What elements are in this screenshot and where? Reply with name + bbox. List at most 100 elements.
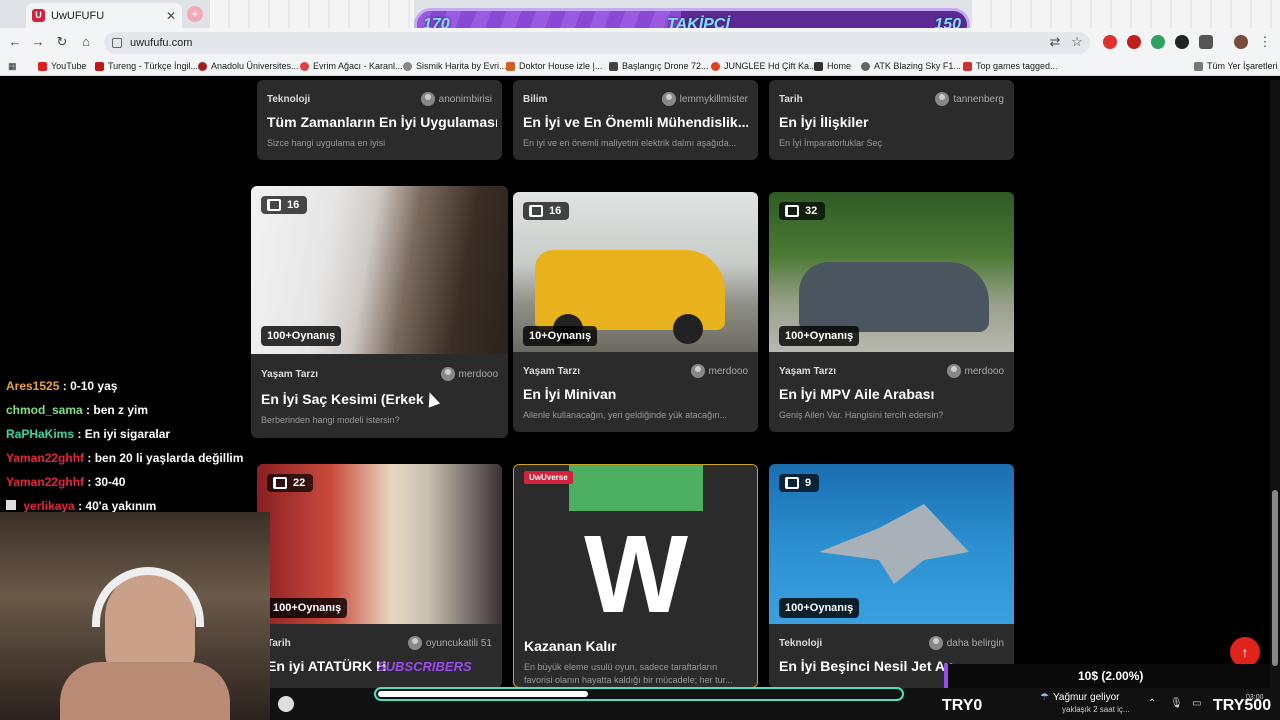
header-doodle (210, 0, 414, 28)
profile-avatar[interactable] (1234, 35, 1248, 49)
home-icon[interactable]: ⌂ (77, 34, 95, 49)
quiz-card[interactable]: 16 10+Oynanış Yaşam Tarzı merdooo En İyi… (513, 192, 758, 432)
reload-icon[interactable]: ↻ (53, 34, 71, 50)
user-icon (690, 364, 705, 378)
bookmark-anadolu[interactable]: Anadolu Üniversites... (198, 61, 299, 71)
donation-box: 10$ (2.00%) (944, 664, 1270, 688)
plays-badge: 100+Oynanış (779, 598, 860, 618)
tab-uwufufu[interactable]: U UwUFUFU ✕ (26, 3, 182, 28)
extensions-puzzle-icon[interactable] (1199, 35, 1213, 49)
bookmark-evrim[interactable]: Evrim Ağacı - Karanl... (300, 61, 403, 71)
quiz-card[interactable]: 22 100+Oynanış Tarih oyuncukatili 51 En … (257, 464, 502, 688)
bookmark-topgames[interactable]: Top games tagged... (963, 61, 1058, 71)
bookmark-sismik[interactable]: Sismik Harita by Evri... (403, 61, 507, 71)
junglee-icon (711, 61, 720, 71)
badge-icon (6, 500, 16, 510)
chat-username: yerlikaya (23, 499, 75, 513)
ticker-right: TRY500 (1213, 697, 1272, 714)
uwufufu-favicon-icon: U (32, 9, 45, 22)
card-description: Geniş Ailen Var. Hangisini tercih edersi… (779, 410, 944, 420)
microphone-icon[interactable]: 🎙 (1170, 698, 1183, 709)
cards-icon (267, 199, 281, 211)
bookmark-youtube[interactable]: YouTube (38, 61, 86, 71)
back-icon[interactable]: ← (6, 34, 24, 49)
ticker-left: TRY0 (942, 697, 983, 714)
quiz-card[interactable]: 9 100+Oynanış Teknoloji daha belirgin En… (769, 464, 1014, 688)
apps-grid-icon[interactable]: ▦ (8, 61, 17, 72)
card-category: Tarih (779, 94, 803, 105)
chat-text: : En iyi sigaralar (77, 427, 171, 441)
scroll-to-top-button[interactable]: ↑ (1230, 637, 1260, 667)
cards-icon (785, 205, 799, 217)
card-author: lemmykillmister (661, 92, 748, 106)
donation-progress-bar (374, 687, 904, 701)
card-category: Bilim (523, 94, 548, 105)
url-text: uwufufu.com (130, 37, 193, 49)
quiz-card-uwuverse[interactable]: W UwUverse Kazanan Kalır En büyük eleme … (513, 464, 758, 688)
extension-icon-2[interactable] (1127, 35, 1141, 49)
new-tab-button[interactable]: + (187, 6, 203, 22)
site-info-icon[interactable] (112, 38, 122, 48)
quiz-card[interactable]: 32 100+Oynanış Yaşam Tarzı merdooo En İy… (769, 192, 1014, 432)
extension-icon-3[interactable] (1151, 35, 1165, 49)
chat-message: Ares1525 : 0-10 yaş (6, 379, 117, 393)
card-author: oyuncukatili 51 (407, 636, 492, 650)
quiz-card-hovered[interactable]: 16 100+Oynanış Yaşam Tarzı merdooo En İy… (251, 186, 508, 438)
card-author: anonimbirisi (420, 92, 492, 106)
chat-message: Yaman22ghhf : 30-40 (6, 475, 125, 489)
extension-icon-4[interactable] (1175, 35, 1189, 49)
quiz-card[interactable]: Tarih tannenberg En İyi İlişkiler En İyi… (769, 80, 1014, 160)
extension-icon-1[interactable] (1103, 35, 1117, 49)
card-title: En İyi İlişkiler (779, 114, 869, 130)
chat-text: : 40'a yakınım (78, 499, 157, 513)
quiz-card[interactable]: Teknoloji anonimbirisi Tüm Zamanların En… (257, 80, 502, 160)
home-bookmark-icon (814, 61, 823, 71)
youtube-icon (38, 61, 47, 71)
bookmark-atk[interactable]: ATK Blazing Sky F1... (861, 61, 961, 71)
forward-icon[interactable]: → (29, 34, 47, 49)
chat-message: RaPHaKims : En iyi sigaralar (6, 427, 170, 441)
quiz-card[interactable]: Bilim lemmykillmister En İyi ve En Öneml… (513, 80, 758, 160)
wheel-shape (673, 314, 703, 344)
scrollbar-thumb[interactable] (1272, 490, 1278, 666)
menu-icon[interactable]: ⋮ (1256, 34, 1274, 50)
page-scrollbar[interactable] (1270, 80, 1280, 688)
chat-text: : ben 20 li yaşlarda değillim (87, 451, 244, 465)
header-doodle-right (972, 0, 1280, 28)
all-bookmarks[interactable]: Tüm Yer İşaretleri (1194, 61, 1278, 71)
address-bar[interactable]: uwufufu.com (104, 32, 1090, 54)
chat-username: Ares1525 (6, 379, 60, 393)
bookmark-star-icon[interactable]: ☆ (1068, 34, 1086, 50)
taskbar-app-icon[interactable] (278, 696, 294, 712)
item-count-badge: 9 (779, 474, 820, 492)
item-count-badge: 22 (267, 474, 314, 492)
bookmark-tureng[interactable]: Tureng - Türkçe İngil... (95, 61, 198, 71)
card-thumbnail: W (514, 465, 757, 636)
close-tab-icon[interactable]: ✕ (166, 9, 176, 23)
donation-amount: 10$ (2.00%) (1078, 669, 1144, 683)
uwuverse-badge: UwUverse (524, 471, 573, 484)
card-category: Yaşam Tarzı (261, 369, 319, 380)
weather-widget[interactable]: ☂ Yağmur geliyor (1040, 692, 1119, 703)
user-icon (928, 636, 943, 650)
weather-subtitle: yaklaşık 2 saat iç... (1062, 705, 1130, 714)
uwufufu-logo-icon: W (584, 513, 688, 636)
monitor-icon[interactable]: ▭ (1192, 698, 1201, 709)
user-icon (440, 367, 455, 381)
bookmark-doktor[interactable]: Doktor House izle |... (506, 61, 602, 71)
bookmark-home[interactable]: Home (814, 61, 851, 71)
tray-chevron-icon[interactable]: ⌃ (1148, 698, 1156, 709)
mpv-car-shape (799, 262, 989, 332)
translate-icon[interactable]: ⇄ (1046, 34, 1064, 50)
logo-green-band (569, 465, 703, 511)
bookmark-junglee[interactable]: JUNGLEE Hd Çift Ka... (711, 61, 817, 71)
cards-icon (273, 477, 287, 489)
cards-icon (785, 477, 799, 489)
evrim-icon (300, 61, 309, 71)
bookmark-drone[interactable]: Başlangıç Drone 72... (609, 61, 709, 71)
card-title: En iyi ATATÜRK H (267, 658, 387, 674)
anadolu-icon (198, 61, 207, 71)
card-author: merdooo (946, 364, 1004, 378)
subscribers-overlay: SUBSCRIBERS (377, 659, 472, 674)
folder-icon (1194, 61, 1203, 71)
